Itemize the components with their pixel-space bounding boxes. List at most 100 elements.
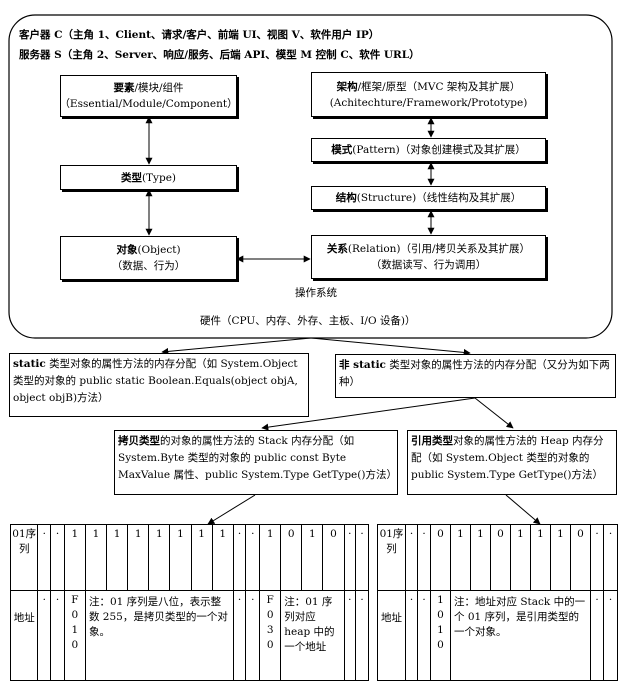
ref-type-bold: 引用类型	[411, 435, 453, 447]
stack-addr-cell: ·	[232, 590, 247, 681]
stack-note-heap-addr: 注：01 序列对应 heap 中的一个地址	[280, 590, 345, 681]
stack-bit-cell: 0	[322, 524, 345, 591]
stack-bit-cell: 1	[148, 524, 171, 591]
stack-bit-cell: ·	[245, 524, 261, 591]
type-box: 类型(Type)	[60, 165, 237, 190]
object-box: 对象(Object) （数据、行为）	[60, 236, 237, 280]
heap-header-label: 01序列	[379, 528, 404, 555]
stack-bit-cell: 1	[301, 524, 324, 591]
stack-bit-cell: ·	[37, 524, 52, 591]
element-rest: /模块/组件	[134, 82, 184, 94]
heap-note: 注：地址对应 Stack 中的一个 01 序列，是引用类型的一个对象。	[450, 590, 591, 681]
architecture-title: 架构	[336, 80, 358, 93]
stack-bit-cell: 1	[84, 524, 108, 591]
stack-bit-cell: 1	[190, 524, 213, 591]
heap-bit-cell: 0	[430, 524, 451, 591]
structure-box: 结构(Structure)（线性结构及其扩展）	[311, 186, 546, 210]
stack-bit-cell: ·	[50, 524, 65, 591]
relation-box: 关系(Relation)（引用/拷贝关系及其扩展） （数据读写、行为调用）	[311, 235, 546, 279]
heap-bit-cell: 1	[550, 524, 571, 591]
stack-addr-header-cell: 地址	[9, 590, 39, 681]
stack-addr-cell: ·	[355, 590, 369, 681]
client-description: 客户器 C（主角 1、Client、请求/客户、前端 UI、视图 V、软件用户 …	[19, 29, 380, 41]
arrow-copy-stack	[207, 494, 256, 525]
heap-header-cell: 01序列	[377, 524, 406, 591]
heap-memory-table: 01序列 · · 0 1 1 0 1 1 1 0 · · 地址 · · 1010…	[377, 524, 618, 681]
stack-bit-cell: 1	[106, 524, 129, 591]
arrow-nonstatic-ref	[474, 397, 514, 429]
stack-bit-cell: 1	[63, 524, 86, 591]
relation-title: 关系	[326, 243, 348, 255]
element-box: 要素/模块/组件 （Essential/Module/Component）	[59, 75, 238, 117]
stack-addr-cell: ·	[50, 590, 65, 681]
stack-address-row: 地址 · · F010 注：01 序列是八位，表示整数 255，是拷贝类型的一个…	[9, 590, 369, 681]
static-text: 类型对象的属性方法的内存分配（如 System.Object 类型的对象的 pu…	[13, 358, 298, 404]
heap-bit-cell: 0	[570, 524, 591, 591]
stack-addr-cell: F010	[63, 590, 86, 681]
os-label: 操作系统	[295, 287, 337, 299]
heap-addr-cell: ·	[417, 590, 431, 681]
stack-addr-cell: ·	[37, 590, 52, 681]
stack-memory-table: 01序列 · · 1 1 1 1 1 1 1 1 · · 1 0 1 0 · ·…	[9, 524, 369, 681]
stack-bits-row: 01序列 · · 1 1 1 1 1 1 1 1 · · 1 0 1 0 · ·	[9, 524, 369, 591]
architecture-rest: /框架/原型（MVC 架构及其扩展）	[357, 80, 521, 93]
heap-addr-cell: 1010	[430, 590, 451, 681]
server-description: 服务器 S（主角 2、Server、响应/服务、后端 API、模型 M 控制 C…	[19, 49, 420, 61]
heap-bit-cell: 1	[450, 524, 471, 591]
copy-type-bold: 拷贝类型	[118, 435, 160, 447]
heap-address-row: 地址 · · 1010 注：地址对应 Stack 中的一个 01 序列，是引用类…	[377, 590, 618, 681]
structure-title: 结构	[335, 192, 357, 204]
arrow-ref-heap	[505, 494, 541, 525]
heap-bits-row: 01序列 · · 0 1 1 0 1 1 1 0 · ·	[377, 524, 618, 591]
heap-bit-cell: 1	[530, 524, 551, 591]
heap-addr-header-cell: 地址	[377, 590, 406, 681]
heap-bit-cell: 1	[510, 524, 531, 591]
pattern-box: 模式(Pattern)（对象创建模式及其扩展）	[311, 138, 546, 162]
stack-bit-cell: ·	[355, 524, 369, 591]
stack-bit-cell: ·	[343, 524, 357, 591]
stack-bit-cell: 1	[259, 524, 282, 591]
object-title: 对象	[116, 244, 138, 256]
heap-bit-cell: 0	[490, 524, 511, 591]
pattern-title: 模式	[331, 144, 353, 156]
stack-bit-cell: ·	[232, 524, 247, 591]
nonstatic-alloc-box: 非 static 类型对象的属性方法的内存分配（又分为如下两种）	[335, 354, 616, 398]
stack-addr-cell: ·	[245, 590, 261, 681]
heap-bit-cell: ·	[590, 524, 604, 591]
element-sub: （Essential/Module/Component）	[59, 98, 238, 110]
stack-bit-cell: 1	[169, 524, 192, 591]
architecture-sub: (Achitechture/Framework/Prototype)	[329, 96, 528, 109]
stack-addr-cell: F030	[259, 590, 282, 681]
copy-type-box: 拷贝类型的对象的属性方法的 Stack 内存分配（如 System.Byte 类…	[114, 430, 398, 495]
heap-addr-label: 地址	[381, 612, 402, 624]
stack-note-byte: 注：01 序列是八位，表示整数 255，是拷贝类型的一个对象。	[84, 590, 234, 681]
heap-bit-cell: ·	[603, 524, 618, 591]
structure-rest: (Structure)（线性结构及其扩展）	[356, 192, 522, 204]
nonstatic-bold: 非 static	[339, 359, 386, 371]
object-rest: (Object)	[137, 244, 181, 256]
stack-bit-cell: 1	[211, 524, 234, 591]
pattern-rest: (Pattern)（对象创建模式及其扩展）	[352, 144, 526, 156]
heap-bit-cell: ·	[405, 524, 418, 591]
object-sub: （数据、行为）	[111, 260, 186, 272]
stack-bit-cell: 0	[280, 524, 303, 591]
relation-rest: (Relation)（引用/拷贝关系及其扩展）	[347, 243, 531, 255]
heap-bit-cell: ·	[417, 524, 431, 591]
stack-addr-cell: ·	[343, 590, 357, 681]
hardware-label: 硬件（CPU、内存、外存、主板、I/O 设备)）	[200, 315, 416, 327]
heap-addr-cell: ·	[405, 590, 418, 681]
type-title: 类型	[120, 171, 142, 184]
architecture-box: 架构/框架/原型（MVC 架构及其扩展） (Achitechture/Frame…	[311, 72, 546, 117]
stack-header-cell: 01序列	[9, 524, 39, 591]
stack-addr-label: 地址	[13, 612, 35, 624]
heap-addr-cell: ·	[590, 590, 604, 681]
arrow-panel-nonstatic	[310, 337, 471, 356]
copy-type-text: 的对象的属性方法的 Stack 内存分配（如 System.Byte 类型的对象…	[118, 435, 397, 481]
element-title: 要素	[113, 82, 135, 94]
heap-bit-cell: 1	[470, 524, 491, 591]
relation-sub: （数据读写、行为调用）	[370, 259, 487, 271]
stack-header-label: 01序列	[12, 528, 37, 555]
static-alloc-box: static 类型对象的属性方法的内存分配（如 System.Object 类型…	[9, 353, 309, 417]
stack-bit-cell: 1	[127, 524, 150, 591]
arrow-panel-static	[161, 337, 312, 355]
